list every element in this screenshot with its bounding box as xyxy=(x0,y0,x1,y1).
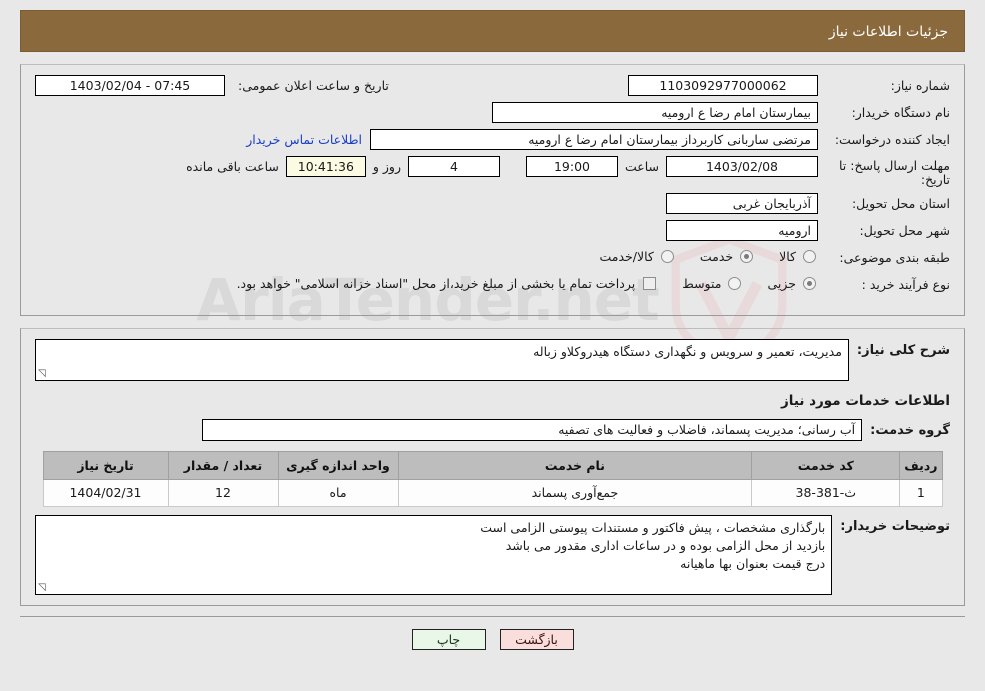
deadline-date-value: 1403/02/08 xyxy=(666,156,818,177)
province-value: آذربایجان غربی xyxy=(666,192,818,214)
buyer-org-label: نام دستگاه خریدار: xyxy=(851,105,950,120)
radio-icon-jozii[interactable] xyxy=(803,276,816,290)
category-option-khedmat-label: خدمت xyxy=(699,248,734,264)
need-info-panel: شماره نیاز: 1103092977000062 تاریخ و ساع… xyxy=(20,64,965,316)
row-need-number: شماره نیاز: 1103092977000062 تاریخ و ساع… xyxy=(35,75,950,97)
province-label: استان محل تحویل: xyxy=(851,195,950,211)
category-label: طبقه بندی موضوعی: xyxy=(839,249,950,265)
category-option-khedmat[interactable]: خدمت xyxy=(700,249,755,264)
creator-value: مرتضی ساربانی کاربرداز بیمارستان امام رض… xyxy=(370,129,818,150)
remaining-days-value: 4 xyxy=(407,156,500,177)
buyer-note-line-2: بازدید از محل الزامی بوده و در ساعات ادا… xyxy=(505,537,826,553)
cell-quantity: 12 xyxy=(167,478,279,507)
remaining-label: ساعت باقی مانده xyxy=(186,159,279,174)
buyer-notes-textarea[interactable]: بارگذاری مشخصات ، پیش فاکتور و مستندات پ… xyxy=(35,514,833,595)
days-label: روز و xyxy=(372,159,401,174)
row-buyer-notes: توضیحات خریدار: بارگذاری مشخصات ، پیش فا… xyxy=(35,514,950,595)
col-service-code: کد خدمت xyxy=(751,450,901,480)
col-need-date: تاریخ نیاز xyxy=(42,450,169,480)
service-group-label: گروه خدمت: xyxy=(870,422,950,438)
row-service-group: گروه خدمت: آب رسانی؛ مدیریت پسماند، فاضل… xyxy=(35,418,950,441)
radio-icon-motavaset[interactable] xyxy=(728,276,742,290)
resize-grip-icon[interactable]: ◸ xyxy=(38,368,48,379)
row-description: شرح کلی نیاز: مدیریت، تعمیر و سرویس و نگ… xyxy=(35,338,950,381)
need-details-panel: شرح کلی نیاز: مدیریت، تعمیر و سرویس و نگ… xyxy=(20,327,965,606)
need-number-value: 1103092977000062 xyxy=(628,75,818,96)
process-options: جزیی متوسط پرداخت تمام یا بخشی از مبلغ خ… xyxy=(237,274,818,291)
announce-value: 1403/02/04 - 07:45 xyxy=(35,75,225,96)
col-unit: واحد اندازه گیری xyxy=(277,450,399,480)
treasury-note: پرداخت تمام یا بخشی از مبلغ خرید،از محل … xyxy=(236,275,636,291)
col-radif: ردیف xyxy=(899,450,943,480)
need-number-label: شماره نیاز: xyxy=(890,78,950,93)
cell-radif: 1 xyxy=(899,478,943,507)
row-creator: ایجاد کننده درخواست: مرتضی ساربانی کاربر… xyxy=(35,129,950,151)
creator-label: ایجاد کننده درخواست: xyxy=(834,132,950,147)
col-quantity: تعداد / مقدار xyxy=(167,450,279,480)
buyer-contact-link[interactable]: اطلاعات تماس خریدار xyxy=(246,129,370,147)
city-value: ارومیه xyxy=(666,219,818,241)
table-row: 1 ث-381-38 جمع‌آوری پسماند ماه 12 1404/0… xyxy=(42,478,943,507)
buyer-notes-label: توضیحات خریدار: xyxy=(840,518,950,534)
page-root: جزئیات اطلاعات نیاز شماره نیاز: 11030929… xyxy=(0,0,985,650)
description-textarea[interactable]: مدیریت، تعمیر و سرویس و نگهداری دستگاه ه… xyxy=(35,338,849,381)
cell-unit: ماه xyxy=(277,478,399,507)
category-option-kala-label: کالا xyxy=(779,248,796,264)
process-option-motavaset[interactable]: متوسط xyxy=(682,276,743,291)
deadline-time-value: 19:00 xyxy=(525,156,618,177)
buyer-note-line-1: بارگذاری مشخصات ، پیش فاکتور و مستندات پ… xyxy=(480,519,826,535)
radio-icon-kala[interactable] xyxy=(803,249,816,263)
service-items-table: ردیف کد خدمت نام خدمت واحد اندازه گیری ت… xyxy=(42,450,943,507)
services-heading: اطلاعات خدمات مورد نیاز xyxy=(780,392,950,409)
row-deadline: مهلت ارسال پاسخ: تا تاریخ: 1403/02/08 سا… xyxy=(35,156,950,188)
page-title: جزئیات اطلاعات نیاز xyxy=(20,10,965,52)
col-service-name: نام خدمت xyxy=(397,450,753,480)
process-option-jozii[interactable]: جزیی xyxy=(767,276,818,291)
radio-icon-kala-khedmat[interactable] xyxy=(660,249,674,263)
row-category: طبقه بندی موضوعی: کالا خدمت کالا/خدمت xyxy=(35,247,950,269)
city-label: شهر محل تحویل: xyxy=(859,222,950,238)
back-button[interactable]: بازگشت xyxy=(499,628,574,650)
cell-service-code: ث-381-38 xyxy=(751,478,901,507)
treasury-checkbox[interactable] xyxy=(643,276,657,290)
countdown-timer: 10:41:36 xyxy=(285,156,366,177)
cell-service-name: جمع‌آوری پسماند xyxy=(397,478,753,507)
description-label: شرح کلی نیاز: xyxy=(856,342,950,358)
radio-icon-khedmat[interactable] xyxy=(740,249,754,263)
resize-grip-icon[interactable]: ◸ xyxy=(38,582,48,593)
row-process: نوع فرآیند خرید : جزیی متوسط پرداخت تمام… xyxy=(35,274,950,296)
category-option-kala-khedmat-label: کالا/خدمت xyxy=(599,248,654,264)
row-buyer-org: نام دستگاه خریدار: بیمارستان امام رضا ع … xyxy=(35,102,950,124)
hour-label: ساعت xyxy=(624,159,659,174)
announce-label: تاریخ و ساعت اعلان عمومی: xyxy=(238,78,389,93)
print-button[interactable]: چاپ xyxy=(411,628,486,650)
process-label: نوع فرآیند خرید : xyxy=(861,276,950,292)
buyer-note-line-3: درج قیمت بعنوان بها ماهیانه xyxy=(680,556,826,571)
cell-need-date: 1404/02/31 xyxy=(42,478,169,507)
process-option-jozii-label: جزیی xyxy=(767,275,796,291)
row-city: شهر محل تحویل: ارومیه xyxy=(35,219,950,242)
process-option-motavaset-label: متوسط xyxy=(682,275,722,291)
category-options: کالا خدمت کالا/خدمت xyxy=(575,247,818,264)
deadline-label: مهلت ارسال پاسخ: تا تاریخ: xyxy=(839,158,950,188)
buyer-org-value: بیمارستان امام رضا ع ارومیه xyxy=(492,102,818,123)
service-group-value: آب رسانی؛ مدیریت پسماند، فاضلاب و فعالیت… xyxy=(202,418,863,441)
row-province: استان محل تحویل: آذربایجان غربی xyxy=(35,192,950,215)
category-option-kala-khedmat[interactable]: کالا/خدمت xyxy=(599,249,675,264)
footer-actions: بازگشت چاپ xyxy=(20,615,965,650)
description-value: مدیریت، تعمیر و سرویس و نگهداری دستگاه ه… xyxy=(533,343,842,359)
table-header-row: ردیف کد خدمت نام خدمت واحد اندازه گیری ت… xyxy=(42,450,943,480)
category-option-kala[interactable]: کالا xyxy=(779,249,818,264)
